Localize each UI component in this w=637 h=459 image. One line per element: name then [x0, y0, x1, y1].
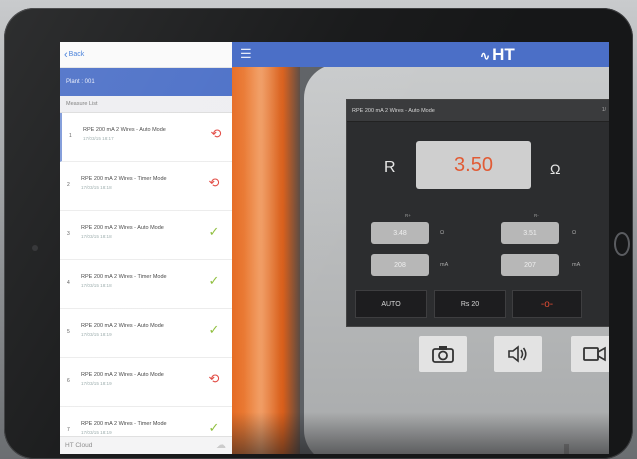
- list-item[interactable]: 3 RPE 200 mA 2 Wires - Auto Mode 17/03/15 …: [60, 211, 232, 260]
- item-number: 5: [67, 329, 70, 335]
- item-number: 1: [69, 133, 72, 139]
- item-number: 2: [67, 182, 70, 188]
- pass-result-icon: ✓: [208, 224, 220, 239]
- fail-result-icon: ⟲: [208, 175, 220, 190]
- item-date: 17/03/15 18:19: [81, 332, 112, 337]
- list-item[interactable]: 1 RPE 200 mA 2 Wires - Auto Mode 17/03/15 …: [60, 113, 232, 162]
- measure-list-header: Measure List: [60, 96, 232, 113]
- item-title: RPE 200 mA 2 Wires - Timer Mode: [81, 421, 167, 427]
- r-minus-unit: Ω: [572, 230, 577, 236]
- meter-title-end: 1/: [601, 107, 606, 113]
- list-item[interactable]: 5 RPE 200 mA 2 Wires - Auto Mode 17/03/15 …: [60, 309, 232, 358]
- item-date: 17/03/15 18:18: [81, 234, 112, 239]
- r-plus-unit: Ω: [440, 230, 445, 236]
- r-plus-label: R+: [405, 213, 411, 218]
- item-number: 6: [67, 378, 70, 384]
- measure-list: 1 RPE 200 mA 2 Wires - Auto Mode 17/03/15 …: [60, 113, 232, 454]
- item-number: 4: [67, 280, 70, 286]
- i-plus-unit: mA: [440, 262, 449, 268]
- front-camera: [32, 245, 38, 251]
- item-date: 17/03/15 18:19: [81, 430, 112, 435]
- rs-button[interactable]: Rs 20: [434, 290, 506, 318]
- meter-display: RPE 200 mA 2 Wires - Auto Mode 1/ R 3.50…: [347, 100, 609, 326]
- plant-header[interactable]: Plant : 001: [60, 68, 232, 96]
- orange-device-panel: [232, 67, 300, 454]
- sound-button[interactable]: [494, 336, 542, 372]
- item-number: 7: [67, 427, 70, 433]
- back-button[interactable]: Back: [69, 51, 85, 58]
- measurement-detail-panel: ☰ ∿ HT RPE 200 mA 2 Wires - Auto Mode 1/ …: [232, 42, 609, 454]
- nav-bar: ‹ Back: [60, 42, 232, 68]
- list-item[interactable]: 6 RPE 200 mA 2 Wires - Auto Mode 17/03/15 …: [60, 358, 232, 407]
- item-title: RPE 200 mA 2 Wires - Auto Mode: [81, 225, 164, 231]
- speaker-icon: [508, 345, 527, 363]
- list-item[interactable]: 2 RPE 200 mA 2 Wires - Timer Mode 17/03/15…: [60, 162, 232, 211]
- cloud-footer[interactable]: HT Cloud ☁: [60, 436, 232, 454]
- item-number: 3: [67, 231, 70, 237]
- home-button[interactable]: [614, 232, 630, 256]
- list-item[interactable]: 4 RPE 200 mA 2 Wires - Timer Mode 17/03/15…: [60, 260, 232, 309]
- auto-mode-button[interactable]: AUTO: [355, 290, 427, 318]
- pass-result-icon: ✓: [208, 322, 220, 337]
- cloud-label: HT Cloud: [65, 442, 93, 449]
- tablet-screen: ‹ Back Plant : 001 Measure List 1 RPE 200…: [60, 42, 609, 454]
- main-unit: Ω: [550, 161, 561, 177]
- i-plus-value: 208: [371, 254, 429, 276]
- fail-result-icon: ⟲: [210, 126, 222, 141]
- resistance-symbol: R: [384, 159, 396, 176]
- i-minus-unit: mA: [572, 262, 581, 268]
- item-title: RPE 200 mA 2 Wires - Timer Mode: [81, 176, 167, 182]
- item-title: RPE 200 mA 2 Wires - Timer Mode: [81, 274, 167, 280]
- ht-logo: ∿ HT: [480, 45, 515, 64]
- video-icon: [583, 346, 606, 362]
- item-title: RPE 200 mA 2 Wires - Auto Mode: [81, 372, 164, 378]
- item-date: 17/03/15 18:19: [81, 381, 112, 386]
- r-minus-value: 3.51: [501, 222, 559, 244]
- main-value: 3.50: [416, 141, 531, 189]
- menu-icon[interactable]: ☰: [240, 47, 252, 61]
- item-date: 17/03/15 18:18: [81, 283, 112, 288]
- camera-button[interactable]: [419, 336, 467, 372]
- r-plus-value: 3.48: [371, 222, 429, 244]
- tablet-device: ‹ Back Plant : 001 Measure List 1 RPE 200…: [4, 8, 633, 459]
- r-minus-label: R-: [534, 213, 539, 218]
- top-bar: ☰ ∿ HT: [232, 42, 609, 67]
- item-title: RPE 200 mA 2 Wires - Auto Mode: [81, 323, 164, 329]
- meter-title: RPE 200 mA 2 Wires - Auto Mode: [352, 107, 435, 114]
- wire-mode-button[interactable]: -o-: [512, 290, 582, 318]
- pass-result-icon: ✓: [208, 273, 220, 288]
- bottom-shade: [232, 412, 609, 454]
- meter-title-bar: RPE 200 mA 2 Wires - Auto Mode 1/: [347, 100, 609, 122]
- cloud-icon[interactable]: ☁: [216, 440, 226, 451]
- video-button[interactable]: [571, 336, 609, 372]
- back-chevron-icon[interactable]: ‹: [64, 49, 68, 61]
- item-date: 17/03/15 18:18: [81, 185, 112, 190]
- pass-result-icon: ✓: [208, 420, 220, 435]
- item-date: 17/03/15 18:17: [83, 136, 114, 141]
- item-title: RPE 200 mA 2 Wires - Auto Mode: [83, 127, 166, 133]
- camera-icon: [432, 346, 454, 363]
- measure-list-panel: ‹ Back Plant : 001 Measure List 1 RPE 200…: [60, 42, 233, 454]
- i-minus-value: 207: [501, 254, 559, 276]
- fail-result-icon: ⟲: [208, 371, 220, 386]
